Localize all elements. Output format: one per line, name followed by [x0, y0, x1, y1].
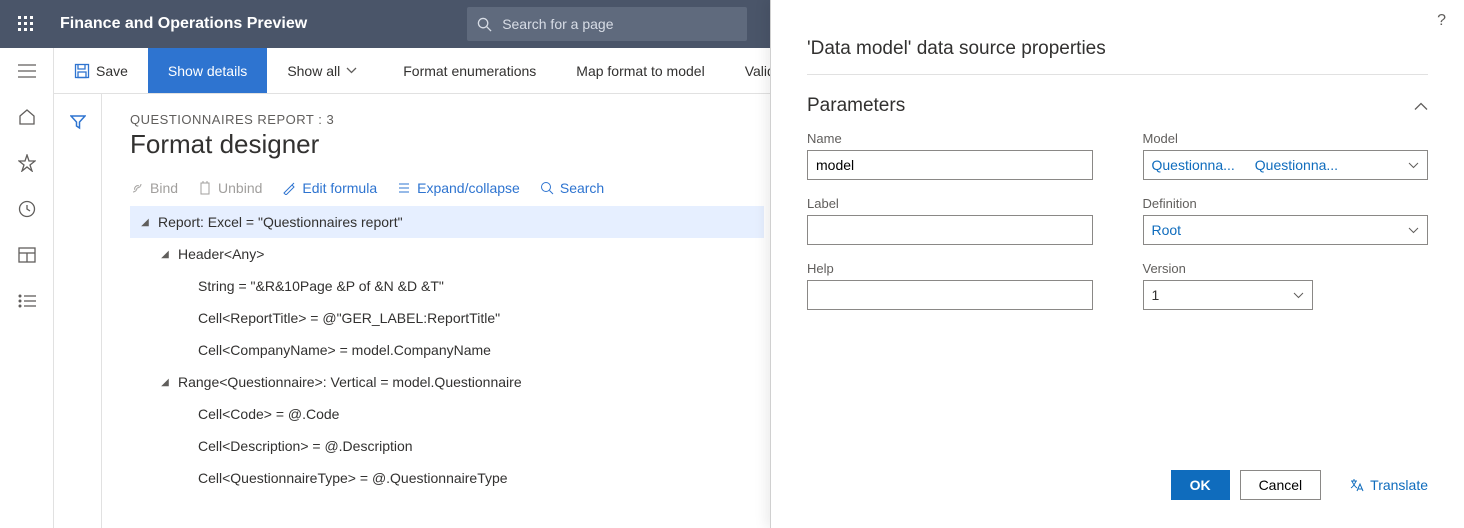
section-title: Parameters — [807, 95, 905, 117]
expand-collapse-button[interactable]: Expand/collapse — [397, 180, 520, 196]
tree-row[interactable]: String = "&R&10Page &P of &N &D &T" — [130, 270, 764, 302]
save-button[interactable]: Save — [54, 48, 148, 93]
ok-button[interactable]: OK — [1171, 470, 1230, 500]
modules-icon[interactable] — [0, 278, 53, 324]
tree-label: Cell<Description> = @.Description — [198, 438, 413, 454]
app-launcher-icon[interactable] — [10, 8, 42, 40]
format-tree: ◢ Report: Excel = "Questionnaires report"… — [130, 206, 764, 494]
panel-title: 'Data model' data source properties — [807, 38, 1428, 60]
page-title: Format designer — [130, 129, 764, 160]
search-box[interactable]: Search for a page — [467, 7, 747, 41]
unbind-button[interactable]: Unbind — [198, 180, 262, 196]
help-field: Help — [807, 261, 1093, 310]
tree-row[interactable]: ◢ Range<Questionnaire>: Vertical = model.… — [130, 366, 764, 398]
label-label: Label — [807, 196, 1093, 211]
designer-toolbar: Bind Unbind Edit formula Expand/collapse… — [130, 174, 764, 206]
tree-row[interactable]: Cell<QuestionnaireType> = @.Questionnair… — [130, 462, 764, 494]
tree-row[interactable]: Cell<Code> = @.Code — [130, 398, 764, 430]
name-field: Name — [807, 131, 1093, 180]
label-field: Label — [807, 196, 1093, 245]
tree-label: Report: Excel = "Questionnaires report" — [158, 214, 403, 230]
clock-icon[interactable] — [0, 186, 53, 232]
app-title: Finance and Operations Preview — [60, 15, 307, 33]
tree-label: Cell<Code> = @.Code — [198, 406, 339, 422]
help-label: Help — [807, 261, 1093, 276]
help-icon[interactable]: ? — [1437, 12, 1446, 30]
translate-button[interactable]: Translate — [1349, 477, 1428, 493]
tree-row[interactable]: Cell<CompanyName> = model.CompanyName — [130, 334, 764, 366]
version-label: Version — [1143, 261, 1429, 276]
show-details-button[interactable]: Show details — [148, 48, 267, 93]
content-area: QUESTIONNAIRES REPORT : 3 Format designe… — [54, 94, 764, 528]
tree-label: String = "&R&10Page &P of &N &D &T" — [198, 278, 444, 294]
tree-row[interactable]: ◢ Header<Any> — [130, 238, 764, 270]
edit-formula-button[interactable]: Edit formula — [282, 180, 377, 196]
definition-label: Definition — [1143, 196, 1429, 211]
search-button[interactable]: Search — [540, 180, 604, 196]
filter-icon[interactable] — [70, 114, 86, 528]
version-field: Version 1 — [1143, 261, 1429, 310]
tree-toggle-icon[interactable]: ◢ — [158, 377, 172, 388]
format-enumerations-button[interactable]: Format enumerations — [383, 48, 556, 93]
help-input[interactable] — [807, 280, 1093, 310]
properties-panel: ? 'Data model' data source properties Pa… — [770, 0, 1464, 528]
breadcrumb: QUESTIONNAIRES REPORT : 3 — [130, 112, 764, 127]
show-all-button[interactable]: Show all — [267, 48, 383, 93]
tree-label: Cell<CompanyName> = model.CompanyName — [198, 342, 491, 358]
tree-label: Cell<ReportTitle> = @"GER_LABEL:ReportTi… — [198, 310, 500, 326]
label-input[interactable] — [807, 215, 1093, 245]
tree-toggle-icon[interactable]: ◢ — [158, 249, 172, 260]
model-field: Model Questionna... Questionna... — [1143, 131, 1429, 180]
parameters-form: Name Model Questionna... Questionna... L… — [807, 131, 1428, 310]
home-icon[interactable] — [0, 94, 53, 140]
bind-button[interactable]: Bind — [130, 180, 178, 196]
cancel-button[interactable]: Cancel — [1240, 470, 1322, 500]
workspace-icon[interactable] — [0, 232, 53, 278]
tree-label: Header<Any> — [178, 246, 264, 262]
model-label: Model — [1143, 131, 1429, 146]
tree-label: Range<Questionnaire>: Vertical = model.Q… — [178, 374, 522, 390]
tree-row[interactable]: Cell<ReportTitle> = @"GER_LABEL:ReportTi… — [130, 302, 764, 334]
search-placeholder: Search for a page — [502, 16, 613, 32]
tree-row[interactable]: Cell<Description> = @.Description — [130, 430, 764, 462]
version-select[interactable]: 1 — [1143, 280, 1313, 310]
tree-row[interactable]: ◢ Report: Excel = "Questionnaires report" — [130, 206, 764, 238]
star-icon[interactable] — [0, 140, 53, 186]
definition-select[interactable]: Root — [1143, 215, 1429, 245]
main: QUESTIONNAIRES REPORT : 3 Format designe… — [102, 94, 764, 528]
model-select[interactable]: Questionna... Questionna... — [1143, 150, 1429, 180]
left-rail — [0, 48, 54, 528]
hamburger-icon[interactable] — [0, 48, 53, 94]
tree-label: Cell<QuestionnaireType> = @.Questionnair… — [198, 470, 508, 486]
collapse-section-icon[interactable] — [1414, 98, 1428, 114]
section-header: Parameters — [807, 95, 1428, 117]
definition-field: Definition Root — [1143, 196, 1429, 245]
name-input[interactable] — [807, 150, 1093, 180]
name-label: Name — [807, 131, 1093, 146]
panel-footer: OK Cancel Translate — [807, 456, 1428, 528]
map-format-button[interactable]: Map format to model — [556, 48, 724, 93]
divider — [807, 74, 1428, 75]
filter-column — [54, 94, 102, 528]
tree-toggle-icon[interactable]: ◢ — [138, 217, 152, 228]
